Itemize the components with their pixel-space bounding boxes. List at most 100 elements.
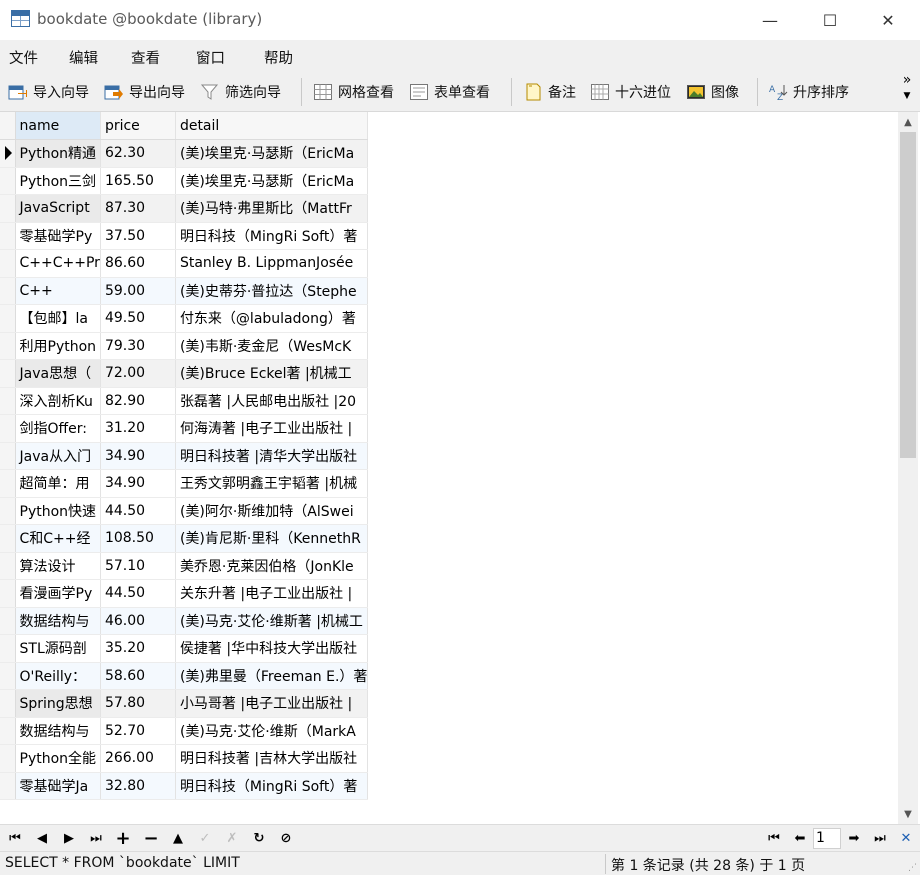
row-indicator[interactable] xyxy=(0,442,16,470)
table-row[interactable]: 数据结构与 46.00 (美)马克·艾伦·维斯著 |机械工 xyxy=(0,607,369,635)
cell-price[interactable]: 44.50 xyxy=(100,497,176,525)
table-row[interactable]: Java思想（ 72.00 (美)Bruce Eckel著 |机械工 xyxy=(0,359,369,388)
cell-price[interactable]: 46.00 xyxy=(100,607,176,635)
cell-name[interactable]: 超简单：用 xyxy=(15,469,101,498)
discard-changes-icon[interactable]: ✗ xyxy=(221,828,243,848)
table-row[interactable]: 超简单：用 34.90 王秀文郭明鑫王宇韬著 |机械 xyxy=(0,469,369,498)
table-row[interactable]: 算法设计 57.10 美乔恩·克莱因伯格（JonKle xyxy=(0,552,369,580)
cell-price[interactable]: 57.10 xyxy=(100,552,176,580)
cell-detail[interactable]: 美乔恩·克莱因伯格（JonKle xyxy=(175,552,369,580)
stop-icon[interactable]: ⊘ xyxy=(275,828,297,848)
table-row[interactable]: 深入剖析Ku 82.90 张磊著 |人民邮电出版社 |20 xyxy=(0,387,369,415)
cell-price[interactable]: 82.90 xyxy=(100,387,176,415)
cell-name[interactable]: 数据结构与 xyxy=(15,717,101,745)
cell-detail[interactable]: (美)阿尔·斯维加特（AlSwei xyxy=(175,497,369,525)
cell-detail[interactable]: (美)肯尼斯·里科（KennethR xyxy=(175,524,369,553)
cell-name[interactable]: STL源码剖 xyxy=(15,634,101,663)
next-record-icon[interactable]: ▶ xyxy=(58,828,80,848)
table-row[interactable]: C++ 59.00 (美)史蒂芬·普拉达（Stephe xyxy=(0,277,369,305)
row-indicator[interactable] xyxy=(0,634,16,663)
cell-price[interactable]: 59.00 xyxy=(100,277,176,305)
menu-window[interactable]: 窗口 xyxy=(196,47,225,68)
sort-ascending-button[interactable]: AZ 升序排序 xyxy=(768,81,849,103)
table-row[interactable]: 数据结构与 52.70 (美)马克·艾伦·维斯（MarkA xyxy=(0,717,369,745)
cell-detail[interactable]: 张磊著 |人民邮电出版社 |20 xyxy=(175,387,369,415)
row-indicator[interactable] xyxy=(0,139,16,168)
cell-price[interactable]: 62.30 xyxy=(100,139,176,168)
cell-name[interactable]: 数据结构与 xyxy=(15,607,101,635)
cell-name[interactable]: Python快速 xyxy=(15,497,101,525)
cell-name[interactable]: Spring思想 xyxy=(15,689,101,718)
previous-record-icon[interactable]: ◀ xyxy=(31,828,53,848)
cell-name[interactable]: 算法设计 xyxy=(15,552,101,580)
cell-detail[interactable]: 侯捷著 |华中科技大学出版社 xyxy=(175,634,369,663)
cell-price[interactable]: 31.20 xyxy=(100,414,176,443)
cell-name[interactable]: C++C++Pr xyxy=(15,249,101,278)
cell-detail[interactable]: (美)史蒂芬·普拉达（Stephe xyxy=(175,277,369,305)
filter-wizard-button[interactable]: 筛选向导 xyxy=(200,81,281,103)
cell-name[interactable]: 剑指Offer: xyxy=(15,414,101,443)
cell-price[interactable]: 58.60 xyxy=(100,662,176,690)
cell-detail[interactable]: Stanley B. LippmanJosée xyxy=(175,249,369,278)
row-indicator[interactable] xyxy=(0,744,16,773)
cell-name[interactable]: Java从入门 xyxy=(15,442,101,470)
column-header-price[interactable]: price xyxy=(100,112,176,140)
page-last-icon[interactable]: ⏭ xyxy=(869,828,891,848)
scroll-down-icon[interactable]: ▼ xyxy=(898,804,918,824)
add-record-icon[interactable]: + xyxy=(112,828,134,849)
cell-detail[interactable]: 明日科技著 |清华大学出版社 xyxy=(175,442,369,470)
cell-price[interactable]: 52.70 xyxy=(100,717,176,745)
row-indicator[interactable] xyxy=(0,277,16,305)
row-indicator[interactable] xyxy=(0,222,16,250)
cell-name[interactable]: JavaScript xyxy=(15,194,101,223)
cell-name[interactable]: 零基础学Ja xyxy=(15,772,101,800)
cell-name[interactable]: O'Reilly： xyxy=(15,662,101,690)
table-row[interactable]: 剑指Offer: 31.20 何海涛著 |电子工业出版社 | xyxy=(0,414,369,443)
row-indicator[interactable] xyxy=(0,772,16,800)
row-indicator[interactable] xyxy=(0,332,16,360)
row-indicator[interactable] xyxy=(0,552,16,580)
cell-price[interactable]: 35.20 xyxy=(100,634,176,663)
table-row[interactable]: Java从入门 34.90 明日科技著 |清华大学出版社 xyxy=(0,442,369,470)
cell-name[interactable]: 零基础学Py xyxy=(15,222,101,250)
cell-price[interactable]: 34.90 xyxy=(100,469,176,498)
cell-price[interactable]: 165.50 xyxy=(100,167,176,195)
scroll-thumb[interactable] xyxy=(900,132,916,458)
row-indicator[interactable] xyxy=(0,167,16,195)
export-wizard-button[interactable]: 导出向导 xyxy=(104,81,185,103)
apply-changes-icon[interactable]: ✓ xyxy=(194,828,216,848)
row-indicator[interactable] xyxy=(0,524,16,553)
row-indicator[interactable] xyxy=(0,387,16,415)
table-row[interactable]: 零基础学Py 37.50 明日科技（MingRi Soft）著 xyxy=(0,222,369,250)
cell-detail[interactable]: 何海涛著 |电子工业出版社 | xyxy=(175,414,369,443)
row-indicator[interactable] xyxy=(0,194,16,223)
row-indicator[interactable] xyxy=(0,414,16,443)
minimize-button[interactable]: — xyxy=(738,0,802,40)
row-indicator[interactable] xyxy=(0,689,16,718)
import-wizard-button[interactable]: 导入向导 xyxy=(8,81,89,103)
table-row[interactable]: STL源码剖 35.20 侯捷著 |华中科技大学出版社 xyxy=(0,634,369,663)
cell-name[interactable]: Python三剑 xyxy=(15,167,101,195)
row-indicator[interactable] xyxy=(0,304,16,333)
row-indicator[interactable] xyxy=(0,249,16,278)
cell-name[interactable]: Python精通 xyxy=(15,139,101,168)
table-row[interactable]: C++C++Pr 86.60 Stanley B. LippmanJosée xyxy=(0,249,369,278)
grid-view-button[interactable]: 网格查看 xyxy=(313,81,394,103)
cell-name[interactable]: 【包邮】la xyxy=(15,304,101,333)
menu-edit[interactable]: 编辑 xyxy=(69,47,98,68)
table-row[interactable]: 【包邮】la 49.50 付东来（@labuladong）著 xyxy=(0,304,369,333)
last-record-icon[interactable]: ⏭ xyxy=(85,828,107,848)
cell-name[interactable]: C和C++经 xyxy=(15,524,101,553)
page-next-icon[interactable]: ➡ xyxy=(843,828,865,848)
delete-record-icon[interactable]: − xyxy=(140,828,162,849)
cell-price[interactable]: 44.50 xyxy=(100,579,176,608)
cell-detail[interactable]: 明日科技著 |吉林大学出版社 xyxy=(175,744,369,773)
column-header-name[interactable]: name xyxy=(15,112,101,140)
row-indicator[interactable] xyxy=(0,717,16,745)
cell-detail[interactable]: (美)马克·艾伦·维斯（MarkA xyxy=(175,717,369,745)
cell-detail[interactable]: (美)埃里克·马瑟斯（EricMa xyxy=(175,139,369,168)
move-up-icon[interactable]: ▲ xyxy=(167,828,189,848)
cell-price[interactable]: 108.50 xyxy=(100,524,176,553)
menu-help[interactable]: 帮助 xyxy=(264,47,293,68)
cell-name[interactable]: 看漫画学Py xyxy=(15,579,101,608)
